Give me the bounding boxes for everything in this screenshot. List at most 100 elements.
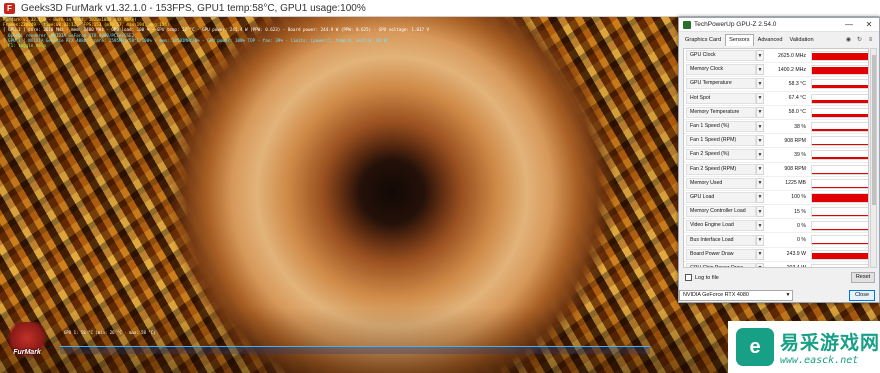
gpuz-tabbar: Graphics Card Sensors Advanced Validation ◉…	[679, 32, 879, 46]
sensor-value: 1225 MB	[785, 180, 806, 187]
sensor-graph	[811, 65, 868, 76]
gpu-select[interactable]: NVIDIA GeForce RTX 4080 ▼	[679, 290, 793, 301]
watermark-name: 易采游戏网	[780, 332, 880, 354]
sensor-graph	[811, 164, 868, 175]
sensor-graph-fill	[812, 252, 868, 259]
temperature-graph	[60, 346, 650, 354]
sensor-graph	[811, 79, 868, 90]
sensor-graph-fill	[812, 53, 868, 60]
sensor-row: GPU Clock ▼ 2625.0 MHz	[684, 49, 868, 64]
sensor-graph-fill	[812, 85, 868, 89]
sensor-graph-fill	[812, 144, 868, 146]
chevron-down-icon[interactable]: ▼	[756, 163, 764, 175]
sensor-value: 38 %	[794, 123, 806, 130]
chevron-down-icon[interactable]: ▼	[756, 177, 764, 189]
menu-icon[interactable]: ≡	[867, 37, 874, 44]
sensor-value: 39 %	[794, 151, 806, 158]
sensor-row: Fan 2 Speed (%) ▼ 39 %	[684, 148, 868, 163]
chevron-down-icon[interactable]: ▼	[756, 135, 764, 147]
sensor-graph-fill	[812, 172, 868, 174]
sensor-name: Fan 2 Speed (%)	[686, 149, 756, 161]
gpuz-toolbar: ◉ ↻ ≡	[845, 37, 879, 46]
sensor-graph-fill	[812, 157, 868, 160]
chevron-down-icon[interactable]: ▼	[756, 262, 764, 267]
chevron-down-icon[interactable]: ▼	[756, 206, 764, 218]
tab-validation[interactable]: Validation	[786, 35, 816, 46]
hud-line: - F1: toggle help	[3, 43, 46, 49]
sensor-graph	[811, 235, 868, 246]
sensor-graph-fill	[812, 243, 868, 245]
sensor-row: Memory Controller Load ▼ 15 %	[684, 205, 868, 220]
sensor-name: Board Power Draw	[686, 248, 756, 260]
sensor-name: Video Engine Load	[686, 220, 756, 232]
furmark-icon: F	[4, 2, 15, 14]
sensor-value: 908 RPM	[784, 166, 806, 173]
chevron-down-icon: ▼	[785, 292, 791, 298]
minimize-button[interactable]: —	[839, 18, 859, 32]
sensor-graph-fill	[812, 193, 868, 202]
sensor-value: 0 %	[797, 237, 806, 244]
chevron-down-icon[interactable]: ▼	[756, 248, 764, 260]
close-window-button[interactable]: ✕	[859, 18, 879, 32]
sensor-graph	[811, 51, 868, 61]
furmark-hud: FurMark v1.32.1.0 - Burn-in test, 1920x1…	[3, 17, 463, 48]
chevron-down-icon[interactable]: ▼	[756, 92, 764, 104]
sensor-graph	[811, 178, 868, 189]
sensor-value: 203.4 W	[764, 265, 810, 267]
sensor-row: GPU Temperature ▼ 58.3 °C	[684, 77, 868, 92]
sensor-row: Memory Clock ▼ 1400.2 MHz	[684, 63, 868, 78]
gpuz-titlebar: TechPowerUp GPU-Z 2.54.0 — ✕	[679, 18, 879, 32]
sensor-value: 243.9 W	[786, 251, 806, 258]
sensor-graph	[811, 221, 868, 232]
sensor-name: GPU Temperature	[686, 78, 756, 90]
sensor-name: Fan 1 Speed (RPM)	[686, 135, 756, 147]
sensor-row: Memory Used ▼ 1225 MB	[684, 177, 868, 191]
scrollbar-thumb[interactable]	[872, 55, 876, 205]
close-button[interactable]: Close	[849, 290, 875, 301]
chevron-down-icon[interactable]: ▼	[756, 220, 764, 232]
chevron-down-icon[interactable]: ▼	[756, 149, 764, 161]
sensor-name: GPU Clock	[686, 50, 756, 62]
log-to-file-checkbox[interactable]	[685, 274, 692, 281]
watermark-text: 易采游戏网 www.easck.net	[780, 328, 880, 366]
sensor-value: 58.0 °C	[788, 109, 806, 116]
sensor-name: Fan 2 Speed (RPM)	[686, 163, 756, 175]
chevron-down-icon[interactable]: ▼	[756, 191, 764, 203]
screen: F Geeks3D FurMark v1.32.1.0 - 153FPS, GP…	[0, 0, 880, 373]
sensor-row: GPU Load ▼ 100 %	[684, 191, 868, 206]
tab-list: Graphics Card Sensors Advanced Validation	[682, 34, 817, 46]
sensor-row: GPU Chip Power Draw▼203.4 W	[684, 262, 868, 267]
sensor-value: 58.3 °C	[788, 80, 806, 87]
tab-graphics-card[interactable]: Graphics Card	[682, 35, 724, 46]
camera-icon[interactable]: ◉	[845, 37, 852, 44]
chevron-down-icon[interactable]: ▼	[756, 64, 764, 76]
sensor-graph	[811, 263, 868, 267]
furmark-logo: FurMark	[6, 322, 48, 358]
sensor-name: GPU Load	[686, 191, 756, 203]
tab-sensors[interactable]: Sensors	[725, 34, 754, 46]
sensor-value: 100 %	[791, 194, 806, 201]
log-to-file-row: Log to file	[685, 274, 719, 281]
gpuz-window: TechPowerUp GPU-Z 2.54.0 — ✕ Graphics Ca…	[678, 17, 880, 303]
sensor-graph-fill	[812, 99, 868, 103]
chevron-down-icon[interactable]: ▼	[756, 78, 764, 90]
sensor-scrollbar[interactable]	[870, 48, 877, 268]
refresh-icon[interactable]: ↻	[856, 37, 863, 44]
sensor-graph-fill	[812, 186, 868, 188]
sensor-row: Video Engine Load ▼ 0 %	[684, 219, 868, 234]
sensor-name: GPU Chip Power Draw	[686, 262, 756, 267]
sensor-graph	[811, 93, 868, 104]
temperature-graph-label: GPU 1: 58 °C (min: 26 °C - max: 58 °C)	[64, 330, 156, 335]
tab-advanced[interactable]: Advanced	[755, 35, 786, 46]
watermark-logo-icon: e	[736, 328, 774, 366]
chevron-down-icon[interactable]: ▼	[756, 234, 764, 246]
sensor-graph	[811, 136, 868, 147]
sensor-graph-fill	[812, 229, 868, 231]
chevron-down-icon[interactable]: ▼	[756, 121, 764, 133]
chevron-down-icon[interactable]: ▼	[756, 50, 764, 62]
chevron-down-icon[interactable]: ▼	[756, 106, 764, 118]
gpuz-window-title: TechPowerUp GPU-Z 2.54.0	[694, 21, 777, 28]
sensor-graph-fill	[812, 67, 868, 75]
reset-button[interactable]: Reset	[851, 272, 875, 283]
sensor-name: Memory Used	[686, 177, 756, 189]
